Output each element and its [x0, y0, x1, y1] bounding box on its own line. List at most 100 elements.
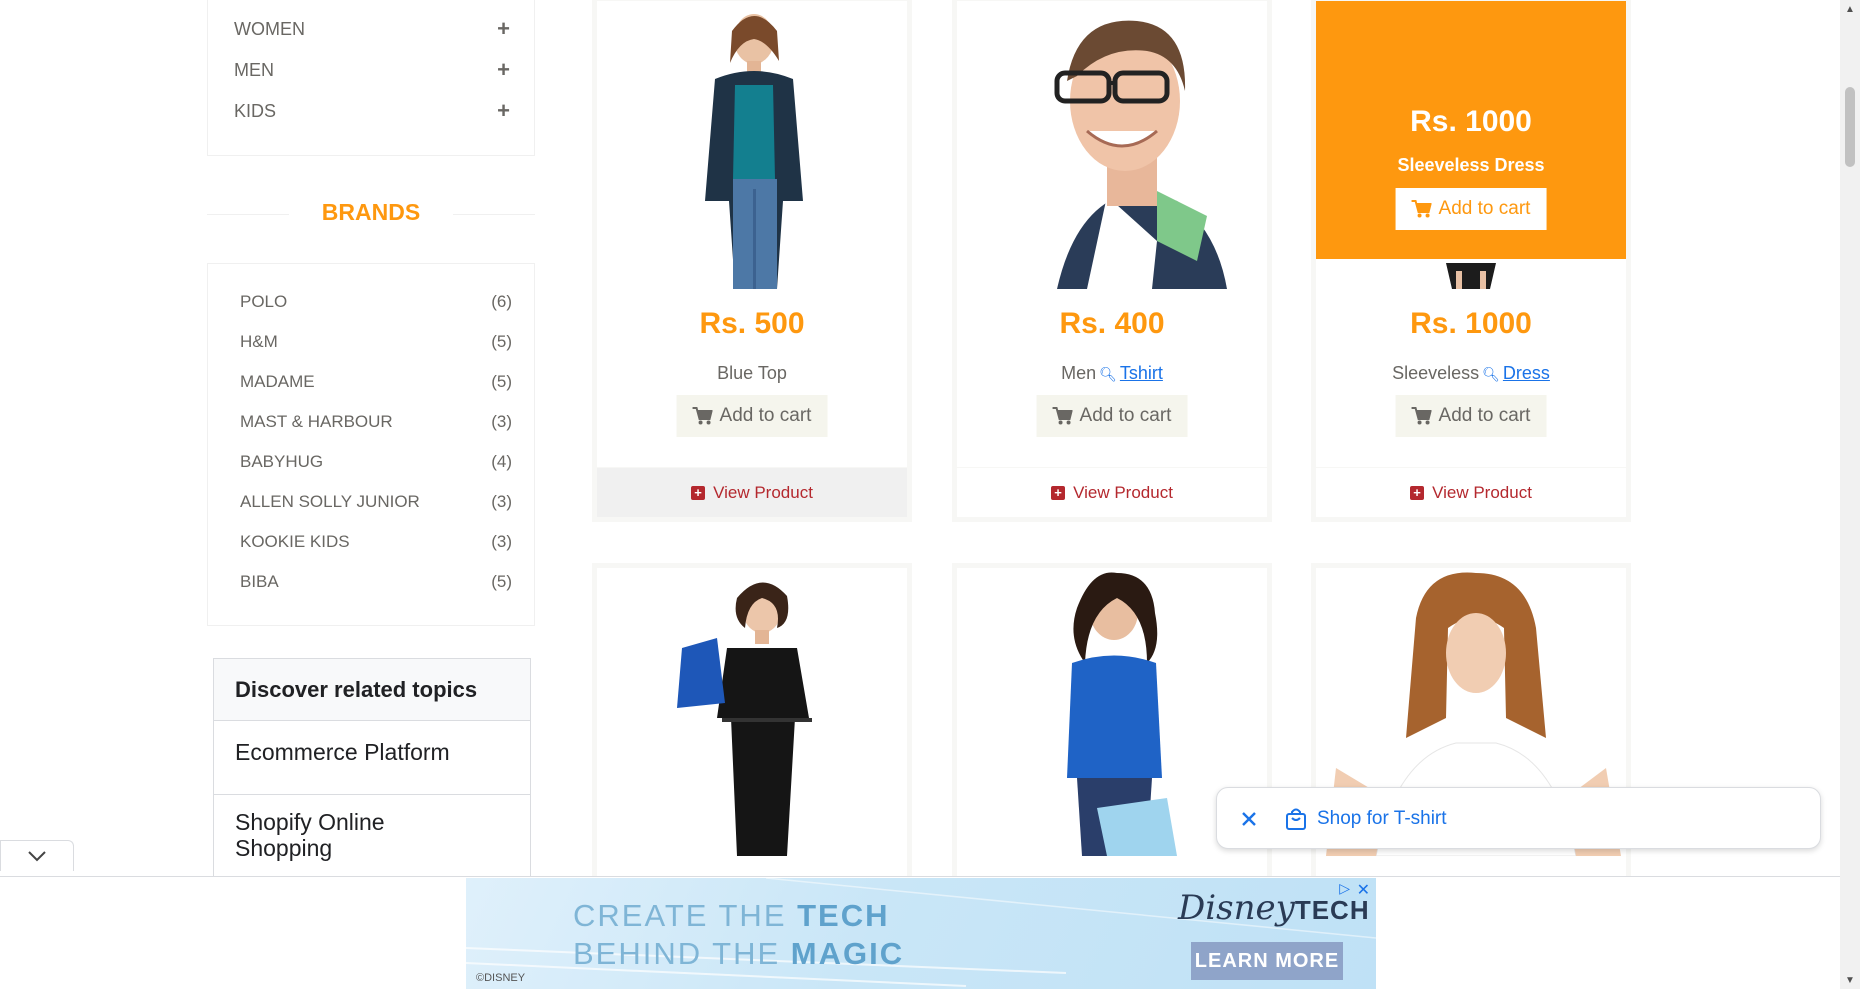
- shopping-bag-icon: [1286, 808, 1306, 830]
- add-to-cart-button[interactable]: Add to cart: [1395, 395, 1547, 437]
- product-card: Rs. 400 Men 🔍︎ Tshirt Add to cart + View P…: [952, 0, 1272, 522]
- plus-square-icon: +: [691, 486, 706, 500]
- brand-name: BIBA: [240, 572, 279, 591]
- product-image[interactable]: Rs. 1000 Sleeveless Dress Add to cart: [1316, 1, 1626, 289]
- brand-name: ALLEN SOLLY JUNIOR: [240, 492, 420, 511]
- category-label: KIDS: [234, 100, 277, 121]
- view-product-link[interactable]: + View Product: [957, 467, 1267, 517]
- add-to-cart-button[interactable]: Add to cart: [1036, 395, 1188, 437]
- brand-item[interactable]: ALLEN SOLLY JUNIOR (3): [240, 488, 512, 516]
- search-icon: 🔍︎: [1482, 366, 1500, 382]
- category-label: MEN: [234, 59, 274, 80]
- learn-more-button[interactable]: LEARN MORE: [1191, 942, 1343, 980]
- category-label: WOMEN: [234, 18, 305, 39]
- ad-text-bold: TECH: [797, 898, 890, 933]
- brand-item[interactable]: MADAME (5): [240, 368, 512, 396]
- ad-brand-name: Disney: [1178, 888, 1295, 928]
- banner-ad[interactable]: CREATE THE TECH BEHIND THE MAGIC Disney T…: [466, 878, 1376, 989]
- shop-suggestion-chip: Shop for T-shirt: [1216, 787, 1821, 849]
- related-topic-link[interactable]: Ecommerce Platform: [214, 721, 530, 795]
- brand-name: BABYHUG: [240, 452, 324, 471]
- product-name: Men 🔍︎ Tshirt: [957, 363, 1267, 384]
- product-image[interactable]: [957, 1, 1267, 289]
- category-women[interactable]: WOMEN +: [234, 14, 510, 44]
- close-ad-icon[interactable]: ✕: [1357, 880, 1370, 900]
- product-card: Rs. 500 Blue Top Add to cart + View Prod…: [592, 0, 912, 522]
- brand-name: MAST & HARBOUR: [240, 412, 393, 431]
- add-to-cart-label: Add to cart: [719, 405, 812, 426]
- close-icon[interactable]: [1237, 807, 1261, 831]
- brand-count: (6): [491, 292, 512, 311]
- brand-name: H&M: [240, 332, 278, 351]
- add-to-cart-label: Add to cart: [1438, 198, 1531, 219]
- overlay-add-to-cart-button[interactable]: Add to cart: [1395, 188, 1547, 230]
- product-name-prefix: Sleeveless: [1392, 363, 1480, 383]
- overlay-price: Rs. 1000: [1410, 105, 1532, 138]
- brand-name: MADAME: [240, 372, 315, 391]
- product-card: Rs. 1000 Sleeveless Dress Add to cart Rs…: [1311, 0, 1631, 522]
- brand-count: (3): [491, 492, 512, 511]
- plus-square-icon: +: [1051, 486, 1066, 500]
- brands-title: BRANDS: [321, 199, 421, 225]
- brand-item[interactable]: POLO (6): [240, 288, 512, 316]
- collapse-ad-button[interactable]: [0, 840, 74, 871]
- scrollbar[interactable]: ▲ ▼: [1840, 0, 1860, 989]
- brand-item[interactable]: KOOKIE KIDS (3): [240, 528, 512, 556]
- product-image[interactable]: [597, 1, 907, 289]
- brand-item[interactable]: BABYHUG (4): [240, 448, 512, 476]
- view-product-label: View Product: [713, 483, 813, 502]
- cart-icon: [692, 407, 713, 425]
- ad-copyright: ©DISNEY: [476, 972, 526, 984]
- view-product-link[interactable]: + View Product: [597, 467, 907, 517]
- brand-count: (3): [491, 412, 512, 431]
- add-to-cart-label: Add to cart: [1079, 405, 1172, 426]
- view-product-label: View Product: [1073, 483, 1173, 502]
- brand-item[interactable]: BIBA (5): [240, 568, 512, 596]
- plus-icon[interactable]: +: [497, 100, 510, 122]
- ad-headline-line2: BEHIND THE MAGIC: [573, 936, 904, 972]
- cart-icon: [1411, 407, 1432, 425]
- brands-heading: BRANDS: [207, 196, 535, 228]
- scrollbar-thumb[interactable]: [1845, 87, 1855, 167]
- category-men[interactable]: MEN +: [234, 55, 510, 85]
- brands-panel: POLO (6) H&M (5) MADAME (5) MAST & HARBO…: [207, 263, 535, 626]
- category-kids[interactable]: KIDS +: [234, 96, 510, 126]
- brand-name: KOOKIE KIDS: [240, 532, 350, 551]
- scroll-down-icon[interactable]: ▼: [1845, 975, 1855, 986]
- brand-count: (5): [491, 372, 512, 391]
- brand-count: (3): [491, 532, 512, 551]
- brand-item[interactable]: MAST & HARBOUR (3): [240, 408, 512, 436]
- brand-item[interactable]: H&M (5): [240, 328, 512, 356]
- ad-headline-line1: CREATE THE TECH: [573, 898, 890, 934]
- brand-count: (4): [491, 452, 512, 471]
- adchoices-icon[interactable]: ▷: [1339, 880, 1350, 897]
- brand-name: POLO: [240, 292, 288, 311]
- product-name: Blue Top: [717, 363, 787, 383]
- keyword-link[interactable]: Dress: [1503, 363, 1550, 383]
- cart-icon: [1411, 200, 1432, 218]
- related-topics-panel: Discover related topics Ecommerce Platfo…: [213, 658, 531, 898]
- cart-icon: [1052, 407, 1073, 425]
- product-name-prefix: Men: [1061, 363, 1097, 383]
- keyword-link[interactable]: Tshirt: [1120, 363, 1163, 383]
- ad-text-bold: MAGIC: [790, 936, 905, 971]
- product-overlay: Rs. 1000 Sleeveless Dress Add to cart: [1316, 1, 1626, 259]
- product-image[interactable]: [597, 568, 907, 856]
- view-product-link[interactable]: + View Product: [1316, 467, 1626, 517]
- category-panel: WOMEN + MEN + KIDS +: [207, 0, 535, 156]
- add-to-cart-label: Add to cart: [1438, 405, 1531, 426]
- plus-icon[interactable]: +: [497, 18, 510, 40]
- product-name: Sleeveless 🔍︎ Dress: [1316, 363, 1626, 384]
- view-product-label: View Product: [1432, 483, 1532, 502]
- plus-square-icon: +: [1410, 486, 1425, 500]
- add-to-cart-button[interactable]: Add to cart: [676, 395, 828, 437]
- product-price: Rs. 400: [1059, 307, 1165, 340]
- scroll-up-icon[interactable]: ▲: [1845, 4, 1855, 15]
- plus-icon[interactable]: +: [497, 59, 510, 81]
- brand-count: (5): [491, 332, 512, 351]
- related-topics-title: Discover related topics: [214, 659, 530, 721]
- chevron-down-icon: [28, 851, 46, 862]
- shop-suggestion-link[interactable]: Shop for T-shirt: [1317, 808, 1447, 830]
- product-card: [592, 563, 912, 893]
- ad-text: CREATE THE: [573, 898, 798, 933]
